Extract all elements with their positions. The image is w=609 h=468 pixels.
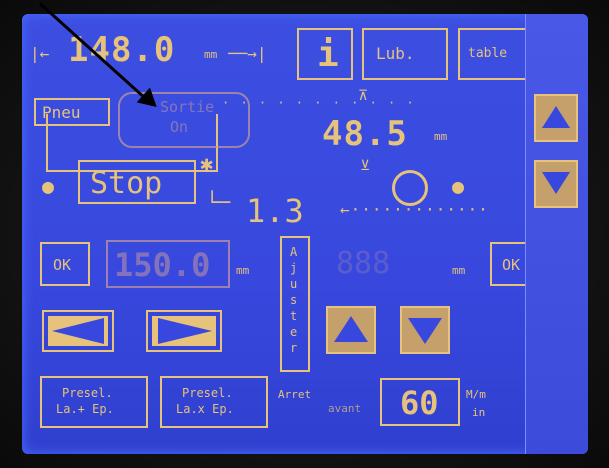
device-bezel: |← 148.0 mm ──→| i Lub. table Pneu Sorti… [0, 0, 609, 468]
left-arrow-icon [52, 318, 104, 344]
gap-bracket: └─ [206, 190, 231, 214]
speed-value: 60 [400, 384, 439, 422]
presel-product-button[interactable]: Presel. La.x Ep. [160, 376, 268, 428]
presel-sum-button[interactable]: Presel. La.+ Ep. [40, 376, 148, 428]
value-left-unit: mm [236, 264, 250, 277]
lub-label: Lub. [376, 44, 415, 63]
scroll-up-arrow-icon [542, 106, 570, 128]
right-dot-icon: ● [452, 174, 465, 198]
value-right-unit: mm [452, 264, 466, 277]
height-unit: mm [434, 130, 448, 143]
speed-field[interactable]: 60 [380, 378, 460, 426]
ajuster-button[interactable]: Ajuster [280, 236, 310, 372]
presel-sum-line2: La.+ Ep. [56, 402, 114, 416]
right-scroll-panel [525, 14, 588, 454]
scroll-down-button[interactable] [534, 160, 578, 208]
touch-screen: |← 148.0 mm ──→| i Lub. table Pneu Sorti… [22, 14, 588, 454]
height-dotted-line: · · · · · · · · · · · [222, 96, 416, 110]
gap-marker-icon: ✱ [200, 152, 214, 177]
left-dot-icon: ● [42, 174, 55, 198]
roller-circle-icon [392, 170, 428, 206]
stop-button[interactable]: Stop [78, 160, 196, 204]
table-button[interactable]: table [458, 28, 528, 80]
down-arrow-icon [408, 318, 442, 344]
down-button[interactable] [400, 306, 450, 354]
ajuster-label: Ajuster [290, 245, 298, 355]
height-bottom-tick: ⊻ [360, 158, 371, 174]
gap-value: 1.3 [246, 192, 304, 230]
stop-label: Stop [90, 166, 163, 201]
value-right-placeholder: 888 [336, 246, 391, 281]
right-arrow-icon [158, 318, 212, 344]
ok-right-label: OK [502, 256, 521, 274]
sortie-label: Sortie [160, 98, 215, 116]
width-right-arrow: ──→| [228, 44, 267, 63]
up-button[interactable] [326, 306, 376, 354]
presel-product-line2: La.x Ep. [176, 402, 234, 416]
lub-button[interactable]: Lub. [362, 28, 448, 80]
speed-unit-line2: in [472, 406, 486, 419]
speed-unit-line1: M/m [466, 388, 486, 401]
on-label: On [170, 118, 189, 136]
value-left-field[interactable]: 150.0 [106, 240, 230, 288]
height-value: 48.5 [322, 114, 408, 154]
value-right-field[interactable]: 888 [322, 240, 442, 288]
width-left-arrow: |← [30, 44, 50, 63]
scroll-up-button[interactable] [534, 94, 578, 142]
ok-left-label: OK [53, 256, 72, 274]
scroll-down-arrow-icon [542, 172, 570, 194]
jog-left-button[interactable] [42, 310, 114, 352]
jog-right-button[interactable] [146, 310, 222, 352]
info-label: i [317, 34, 339, 75]
presel-sum-line1: Presel. [62, 386, 113, 400]
value-left: 150.0 [114, 246, 211, 284]
arret-line2: avant [328, 402, 362, 415]
arret-line1: Arret [278, 388, 312, 401]
up-arrow-icon [334, 316, 368, 342]
width-unit: mm [204, 48, 218, 61]
table-label: table [468, 46, 508, 61]
presel-product-line1: Presel. [182, 386, 233, 400]
width-value: 148.0 [68, 30, 176, 70]
info-button[interactable]: i [297, 28, 353, 80]
ok-left-button[interactable]: OK [40, 242, 90, 286]
